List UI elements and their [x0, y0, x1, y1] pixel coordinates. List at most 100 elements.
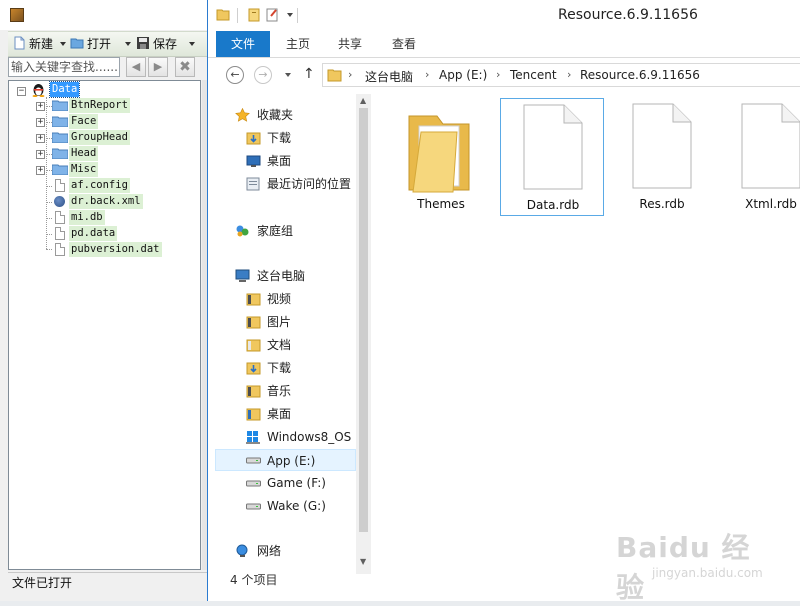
tree-expand-toggle[interactable]: + — [36, 166, 45, 175]
nav-homegroup[interactable]: 家庭组 — [215, 220, 356, 242]
breadcrumb-tencent[interactable]: Tencent — [510, 68, 557, 82]
close-x-icon: ✖ — [179, 59, 191, 75]
tree-expand-toggle[interactable]: + — [36, 102, 45, 111]
nav-network[interactable]: 网络 — [215, 540, 356, 562]
forward-button[interactable]: → — [254, 66, 272, 84]
nav-music[interactable]: 音乐 — [215, 380, 356, 402]
tree-folder-item[interactable]: Head — [69, 146, 99, 161]
search-clear-button[interactable]: ✖ — [175, 57, 195, 77]
nav-label: App (E:) — [267, 454, 316, 468]
folder-icon — [52, 148, 68, 159]
recent-locations-dropdown[interactable] — [285, 73, 291, 77]
new-folder-qa-icon[interactable] — [265, 8, 279, 22]
nav-label: 网络 — [257, 544, 282, 558]
tree-file-item[interactable]: mi.db — [69, 210, 105, 225]
file-icon — [55, 211, 65, 224]
open-button-label: 打开 — [87, 37, 112, 51]
recent-places-icon — [246, 177, 260, 191]
nav-label: 视频 — [267, 292, 292, 306]
watermark-url-text: jingyan.baidu.com — [652, 566, 763, 580]
address-bar[interactable]: › 这台电脑 › App (E:) › Tencent › Resource.6… — [322, 63, 800, 87]
tree-expand-toggle[interactable]: + — [36, 118, 45, 127]
scroll-down-icon[interactable]: ▼ — [360, 557, 366, 566]
app-logo-icon — [10, 8, 24, 22]
nav-drive-c[interactable]: Windows8_OS ( — [215, 426, 356, 448]
baidu-watermark: Baidu 经验 jingyan.baidu.com — [610, 520, 770, 604]
folder-icon — [52, 132, 68, 143]
open-dropdown-arrow[interactable] — [125, 42, 131, 46]
explorer-titlebar: Resource.6.9.11656 — [208, 0, 800, 31]
nav-videos[interactable]: 视频 — [215, 288, 356, 310]
desktop-folder-icon — [246, 408, 261, 421]
tab-file[interactable]: 文件 — [216, 31, 270, 57]
folder-icon — [408, 115, 470, 193]
tree-file-item[interactable]: dr.back.xml — [69, 194, 143, 209]
nav-downloads-pc[interactable]: 下载 — [215, 357, 356, 379]
scrollbar-thumb[interactable] — [359, 108, 368, 532]
breadcrumb-current[interactable]: Resource.6.9.11656 — [580, 68, 700, 82]
drive-icon — [246, 457, 261, 464]
nav-documents[interactable]: 文档 — [215, 334, 356, 356]
editor-toolbar: 新建 打开 保存 — [8, 31, 207, 57]
breadcrumb-separator-icon: › — [496, 68, 501, 81]
file-item-xtml-rdb[interactable]: Xtml.rdb — [719, 98, 800, 216]
save-dropdown-arrow[interactable] — [189, 42, 195, 46]
tree-folder-item[interactable]: Misc — [69, 162, 99, 177]
qq-penguin-icon — [32, 84, 45, 97]
nav-downloads[interactable]: 下载 — [215, 127, 356, 149]
nav-drive-g[interactable]: Wake (G:) — [215, 495, 356, 517]
file-item-data-rdb[interactable]: Data.rdb — [500, 98, 604, 216]
nav-label: 文档 — [267, 338, 292, 352]
nav-label: 这台电脑 — [257, 269, 306, 283]
keyword-search-input[interactable] — [8, 57, 120, 77]
tree-root-label[interactable]: Data — [48, 81, 81, 98]
downloads-folder-icon — [246, 362, 261, 375]
file-item-res-rdb[interactable]: Res.rdb — [610, 98, 714, 216]
nav-drive-f[interactable]: Game (F:) — [215, 472, 356, 494]
navigation-scrollbar[interactable]: ▲ ▼ — [356, 94, 371, 574]
music-folder-icon — [246, 385, 261, 398]
new-dropdown-arrow[interactable] — [60, 42, 66, 46]
search-next-button[interactable]: ▶ — [148, 57, 168, 77]
tree-expand-toggle[interactable]: + — [36, 134, 45, 143]
tree-collapse-toggle[interactable]: − — [17, 87, 26, 96]
back-button[interactable]: ← — [226, 66, 244, 84]
breadcrumb-this-pc[interactable]: 这台电脑 — [365, 68, 413, 85]
tree-file-item[interactable]: pd.data — [69, 226, 118, 241]
nav-drive-e[interactable]: App (E:) — [215, 449, 356, 471]
tree-folder-item[interactable]: BtnReport — [69, 98, 130, 113]
folder-icon — [52, 100, 68, 111]
file-icon — [55, 179, 65, 192]
scroll-up-icon[interactable]: ▲ — [360, 96, 366, 105]
tree-folder-item[interactable]: Face — [69, 114, 99, 129]
save-button[interactable]: 保存 — [136, 35, 177, 53]
nav-desktop[interactable]: 桌面 — [215, 150, 356, 172]
nav-this-pc[interactable]: 这台电脑 — [215, 265, 356, 287]
new-button[interactable]: 新建 — [12, 35, 53, 53]
folder-icon — [327, 69, 342, 82]
breadcrumb-separator-icon: › — [425, 68, 430, 81]
up-button[interactable]: ↑ — [303, 66, 315, 82]
tree-expand-toggle[interactable]: + — [36, 150, 45, 159]
desktop-icon — [246, 155, 261, 167]
file-item-folder[interactable]: Themes — [389, 98, 493, 216]
tree-folder-item[interactable]: GroupHead — [69, 130, 130, 145]
properties-icon[interactable] — [247, 8, 261, 22]
breadcrumb-drive[interactable]: App (E:) — [439, 68, 487, 82]
document-icon — [632, 103, 692, 189]
tree-file-item[interactable]: af.config — [69, 178, 130, 193]
tab-home[interactable]: 主页 — [278, 31, 318, 57]
tree-file-item[interactable]: pubversion.dat — [69, 242, 162, 257]
tab-view[interactable]: 查看 — [384, 31, 424, 57]
open-button[interactable]: 打开 — [70, 35, 111, 53]
search-prev-button[interactable]: ◀ — [126, 57, 146, 77]
tab-share[interactable]: 共享 — [330, 31, 370, 57]
quick-access-dropdown[interactable] — [287, 13, 293, 17]
resource-tree[interactable]: − Data + BtnReport + Face + GroupHead + … — [8, 80, 201, 570]
nav-pictures[interactable]: 图片 — [215, 311, 356, 333]
nav-desktop-pc[interactable]: 桌面 — [215, 403, 356, 425]
nav-favorites[interactable]: 收藏夹 — [215, 104, 356, 126]
folder-icon — [52, 164, 68, 175]
nav-recent-places[interactable]: 最近访问的位置 — [215, 173, 356, 195]
pictures-folder-icon — [246, 316, 261, 329]
